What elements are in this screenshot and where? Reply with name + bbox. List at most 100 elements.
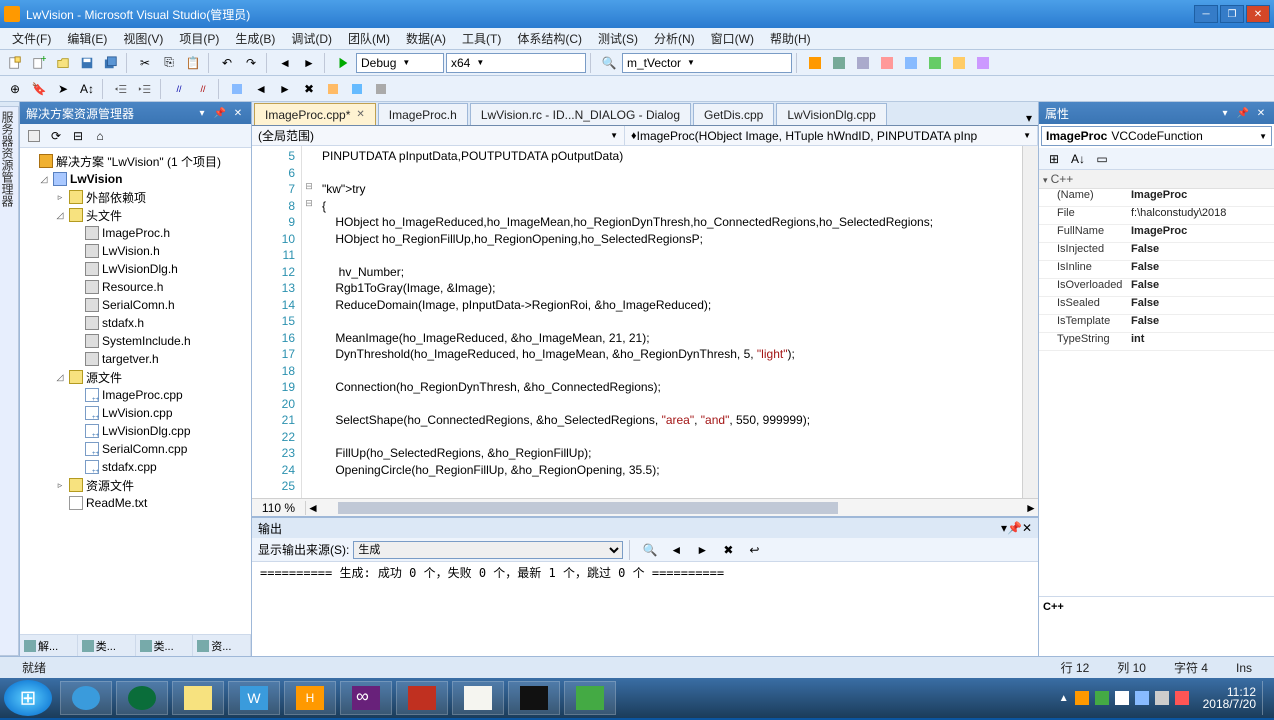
output-clear-icon[interactable]: ✖ (717, 540, 739, 560)
props-pin-icon[interactable]: 📌 (1236, 106, 1250, 120)
tb-icon-7[interactable] (948, 53, 970, 73)
a-icon[interactable]: A↕ (76, 79, 98, 99)
sol-btab-3[interactable]: 资... (193, 635, 251, 656)
props-close-icon[interactable]: ✕ (1254, 106, 1268, 120)
tree-node[interactable]: ImageProc.h (22, 224, 249, 242)
tray-app-icon-2[interactable] (1095, 691, 1109, 705)
tree-node[interactable]: ReadMe.txt (22, 494, 249, 512)
collapse-icon[interactable]: ⊟ (68, 127, 88, 145)
menu-11[interactable]: 分析(N) (646, 28, 703, 49)
minimize-button[interactable]: ─ (1194, 5, 1218, 23)
tree-node[interactable]: LwVisionDlg.h (22, 260, 249, 278)
tray-show-hidden-icon[interactable]: ▲ (1059, 693, 1069, 704)
bookmark-clear-icon[interactable]: ✖ (298, 79, 320, 99)
tree-node[interactable]: ▹外部依赖项 (22, 188, 249, 206)
task-app4[interactable] (564, 681, 616, 715)
start-button[interactable] (4, 680, 52, 716)
pane-pin-icon[interactable]: 📌 (213, 106, 227, 120)
doc-tab-0[interactable]: ImageProc.cpp*✕ (254, 103, 376, 125)
pointer-icon[interactable]: ➤ (52, 79, 74, 99)
indent-icon[interactable] (134, 79, 156, 99)
tree-node[interactable]: targetver.h (22, 350, 249, 368)
props-icon[interactable] (24, 127, 44, 145)
start-debug-icon[interactable] (332, 53, 354, 73)
menu-1[interactable]: 编辑(E) (59, 28, 115, 49)
bookmark-next-icon[interactable]: ► (274, 79, 296, 99)
find-icon[interactable]: 🔍 (598, 53, 620, 73)
output-prev-icon[interactable]: ◄ (665, 540, 687, 560)
output-find-icon[interactable]: 🔍 (639, 540, 661, 560)
task-wps[interactable]: W (228, 681, 280, 715)
menu-7[interactable]: 数据(A) (398, 28, 454, 49)
property-grid[interactable]: ▾ C++ (Name)ImageProcFilef:\halconstudy\… (1039, 170, 1274, 596)
menu-6[interactable]: 团队(M) (340, 28, 398, 49)
sol-btab-0[interactable]: 解... (20, 635, 78, 656)
comment-icon[interactable]: // (168, 79, 190, 99)
tree-node[interactable]: ImageProc.cpp (22, 386, 249, 404)
uncomment-icon[interactable]: // (192, 79, 214, 99)
tree-node[interactable]: LwVision.cpp (22, 404, 249, 422)
hscroll-thumb[interactable] (338, 502, 838, 514)
save-icon[interactable] (76, 53, 98, 73)
task-app3[interactable] (508, 681, 560, 715)
tree-node[interactable]: LwVisionDlg.cpp (22, 422, 249, 440)
bookmark-toggle-icon[interactable] (226, 79, 248, 99)
outdent-icon[interactable] (110, 79, 132, 99)
tb-icon-4[interactable] (876, 53, 898, 73)
prop-row[interactable]: TypeStringint (1039, 333, 1274, 351)
show-all-icon[interactable]: ⟳ (46, 127, 66, 145)
task-app2[interactable] (452, 681, 504, 715)
close-button[interactable]: ✕ (1246, 5, 1270, 23)
task-app1[interactable] (396, 681, 448, 715)
tree-node[interactable]: 解决方案 "LwVision" (1 个项目) (22, 152, 249, 170)
tree-node[interactable]: stdafx.h (22, 314, 249, 332)
copy-icon[interactable]: ⎘ (158, 53, 180, 73)
ext-icon-1[interactable] (322, 79, 344, 99)
system-tray[interactable]: ▲ 11:122018/7/20 (1059, 681, 1270, 715)
props-page-icon[interactable]: ▭ (1091, 149, 1113, 169)
bookmark-prev-icon[interactable]: ◄ (250, 79, 272, 99)
sol-btab-2[interactable]: 类... (136, 635, 194, 656)
open-icon[interactable] (52, 53, 74, 73)
doc-tab-4[interactable]: LwVisionDlg.cpp (776, 103, 887, 125)
tray-flag-icon[interactable] (1115, 691, 1129, 705)
task-wmp[interactable] (116, 681, 168, 715)
undo-icon[interactable]: ↶ (216, 53, 238, 73)
side-tab-server-explorer[interactable]: 服务器资源管理器 (0, 106, 19, 656)
tree-node[interactable]: ▹资源文件 (22, 476, 249, 494)
tree-node[interactable]: LwVision.h (22, 242, 249, 260)
solution-tree[interactable]: 解决方案 "LwVision" (1 个项目)◿LwVision▹外部依赖项◿头… (20, 148, 251, 634)
tree-node[interactable]: SystemInclude.h (22, 332, 249, 350)
prop-row[interactable]: IsInjectedFalse (1039, 243, 1274, 261)
menu-4[interactable]: 生成(B) (227, 28, 283, 49)
output-next-icon[interactable]: ► (691, 540, 713, 560)
editor-scrollbar[interactable] (1022, 146, 1038, 498)
prop-row[interactable]: IsOverloadedFalse (1039, 279, 1274, 297)
menu-0[interactable]: 文件(F) (4, 28, 59, 49)
tray-volume-icon[interactable] (1155, 691, 1169, 705)
output-pin-icon[interactable]: 📌 (1007, 521, 1022, 535)
task-vs[interactable]: ∞ (340, 681, 392, 715)
prop-row[interactable]: IsInlineFalse (1039, 261, 1274, 279)
menu-13[interactable]: 帮助(H) (762, 28, 819, 49)
menu-10[interactable]: 测试(S) (590, 28, 646, 49)
target-icon[interactable]: ⊕ (4, 79, 26, 99)
ext-icon-3[interactable] (370, 79, 392, 99)
tray-network-icon[interactable] (1135, 691, 1149, 705)
paste-icon[interactable]: 📋 (182, 53, 204, 73)
prop-row[interactable]: Filef:\halconstudy\2018 (1039, 207, 1274, 225)
code-editor[interactable]: 5678910111213141516171819202122232425 ⊟⊟… (252, 146, 1038, 498)
tb-icon-8[interactable] (972, 53, 994, 73)
tree-node[interactable]: SerialComn.h (22, 296, 249, 314)
pane-dropdown-icon[interactable]: ▾ (195, 106, 209, 120)
hscroll-right[interactable]: ► (1024, 501, 1038, 515)
menu-5[interactable]: 调试(D) (283, 28, 340, 49)
task-hd[interactable]: H (284, 681, 336, 715)
cut-icon[interactable]: ✂ (134, 53, 156, 73)
output-close-icon[interactable]: ✕ (1022, 521, 1032, 535)
menu-9[interactable]: 体系结构(C) (509, 28, 590, 49)
menu-8[interactable]: 工具(T) (454, 28, 509, 49)
pane-close-icon[interactable]: ✕ (231, 106, 245, 120)
config-combo[interactable]: Debug▼ (356, 53, 444, 73)
save-all-icon[interactable] (100, 53, 122, 73)
